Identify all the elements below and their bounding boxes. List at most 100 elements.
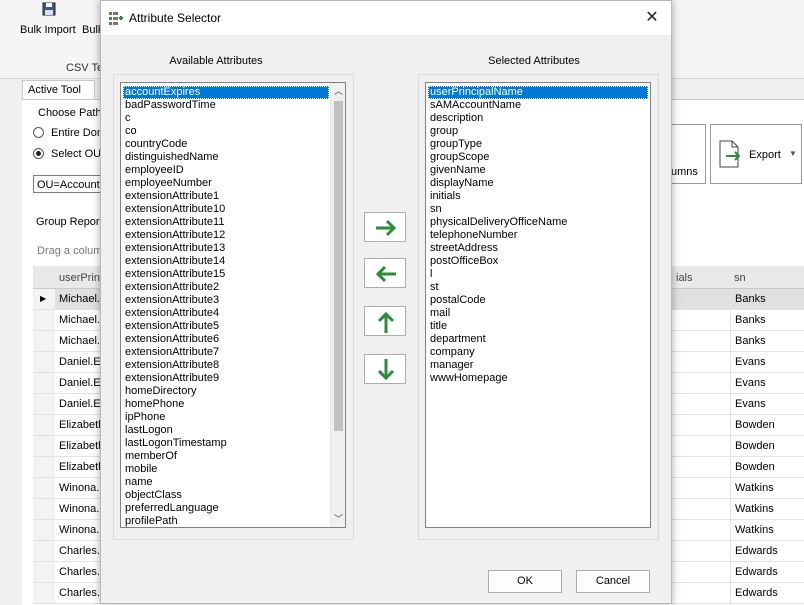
tab-active-tool[interactable]: Active Tool xyxy=(22,80,95,100)
list-item[interactable]: wwwHomepage xyxy=(428,372,648,385)
columns-button[interactable]: umns xyxy=(670,124,706,184)
list-item[interactable]: extensionAttribute11 xyxy=(123,216,329,229)
list-item[interactable]: postOfficeBox xyxy=(428,255,648,268)
list-item[interactable]: extensionAttribute13 xyxy=(123,242,329,255)
cell-sn: Watkins xyxy=(730,478,804,499)
list-item[interactable]: countryCode xyxy=(123,138,329,151)
list-item[interactable]: memberOf xyxy=(123,450,329,463)
available-attributes-list[interactable]: accountExpires badPasswordTime c co countryC… xyxy=(120,82,346,528)
list-item[interactable]: userPrincipalName xyxy=(428,86,648,99)
list-item[interactable]: badPasswordTime xyxy=(123,99,329,112)
list-item[interactable]: homeDirectory xyxy=(123,385,329,398)
ok-button[interactable]: OK xyxy=(488,570,562,593)
list-item[interactable]: preferredLanguage xyxy=(123,502,329,515)
grid-header-sn[interactable]: sn xyxy=(734,272,746,284)
list-item[interactable]: extensionAttribute3 xyxy=(123,294,329,307)
list-item[interactable]: description xyxy=(428,112,648,125)
list-item[interactable]: st xyxy=(428,281,648,294)
close-icon[interactable]: ✕ xyxy=(641,7,663,29)
add-attribute-button[interactable] xyxy=(364,212,406,242)
columns-button-label: umns xyxy=(671,166,698,178)
list-item[interactable]: extensionAttribute12 xyxy=(123,229,329,242)
list-item[interactable]: physicalDeliveryOfficeName xyxy=(428,216,648,229)
bulk-import-button[interactable]: Bulk Import xyxy=(18,2,78,42)
list-item[interactable]: extensionAttribute2 xyxy=(123,281,329,294)
entire-domain-radio[interactable] xyxy=(33,127,44,138)
list-item[interactable]: sAMAccountName xyxy=(428,99,648,112)
selected-attributes-list[interactable]: userPrincipalName sAMAccountName descripti… xyxy=(425,82,651,528)
list-item[interactable]: homePhone xyxy=(123,398,329,411)
scroll-up-icon[interactable]: ︿ xyxy=(334,84,343,97)
cell-initials xyxy=(670,373,730,394)
export-button[interactable]: Export ▼ xyxy=(710,124,802,184)
list-item[interactable]: profilePath xyxy=(123,515,329,527)
list-item[interactable]: name xyxy=(123,476,329,489)
list-item[interactable]: extensionAttribute6 xyxy=(123,333,329,346)
remove-attribute-button[interactable] xyxy=(364,258,406,288)
cancel-button[interactable]: Cancel xyxy=(576,570,650,593)
list-item[interactable]: distinguishedName xyxy=(123,151,329,164)
list-item[interactable]: ipPhone xyxy=(123,411,329,424)
list-item[interactable]: displayName xyxy=(428,177,648,190)
list-item[interactable]: postalCode xyxy=(428,294,648,307)
scroll-thumb[interactable] xyxy=(334,101,343,431)
cell-sn: Evans xyxy=(730,352,804,373)
list-item[interactable]: groupScope xyxy=(428,151,648,164)
list-item[interactable]: employeeNumber xyxy=(123,177,329,190)
available-scrollbar[interactable]: ︿ ﹀ xyxy=(330,83,345,527)
cell-sn: Evans xyxy=(730,394,804,415)
grid-header-userprincipal[interactable]: userPrin xyxy=(59,272,100,284)
cell-initials xyxy=(670,520,730,541)
list-item[interactable]: extensionAttribute7 xyxy=(123,346,329,359)
list-item[interactable]: department xyxy=(428,333,648,346)
attribute-selector-icon xyxy=(109,11,123,28)
cell-sn: Edwards xyxy=(730,562,804,583)
row-indicator-cell xyxy=(33,415,55,436)
cell-userprincipal: Michael. xyxy=(55,331,100,352)
list-item[interactable]: company xyxy=(428,346,648,359)
cell-userprincipal: Daniel.E xyxy=(55,394,100,415)
list-item[interactable]: manager xyxy=(428,359,648,372)
list-item[interactable]: accountExpires xyxy=(123,86,329,99)
list-item[interactable]: initials xyxy=(428,190,648,203)
move-down-button[interactable] xyxy=(364,354,406,384)
list-item[interactable]: employeeID xyxy=(123,164,329,177)
list-item[interactable]: extensionAttribute15 xyxy=(123,268,329,281)
scroll-down-icon[interactable]: ﹀ xyxy=(334,512,343,525)
list-item[interactable]: lastLogon xyxy=(123,424,329,437)
cell-sn: Banks xyxy=(730,331,804,352)
list-item[interactable]: groupType xyxy=(428,138,648,151)
list-item[interactable]: givenName xyxy=(428,164,648,177)
row-indicator-cell xyxy=(33,499,55,520)
list-item[interactable]: extensionAttribute14 xyxy=(123,255,329,268)
cell-sn: Watkins xyxy=(730,499,804,520)
row-indicator-cell xyxy=(33,373,55,394)
list-item[interactable]: streetAddress xyxy=(428,242,648,255)
select-ou-radio[interactable] xyxy=(33,148,44,159)
list-item[interactable]: extensionAttribute5 xyxy=(123,320,329,333)
list-item[interactable]: mail xyxy=(428,307,648,320)
list-item[interactable]: lastLogonTimestamp xyxy=(123,437,329,450)
ou-path-input[interactable]: OU=Accounti xyxy=(33,175,103,193)
list-item[interactable]: extensionAttribute1 xyxy=(123,190,329,203)
row-indicator-cell xyxy=(33,457,55,478)
cell-userprincipal: Elizabeth xyxy=(55,457,100,478)
list-item[interactable]: title xyxy=(428,320,648,333)
cell-userprincipal: Charles. xyxy=(55,562,100,583)
list-item[interactable]: telephoneNumber xyxy=(428,229,648,242)
cell-userprincipal: Charles. xyxy=(55,583,100,604)
list-item[interactable]: sn xyxy=(428,203,648,216)
list-item[interactable]: group xyxy=(428,125,648,138)
list-item[interactable]: extensionAttribute10 xyxy=(123,203,329,216)
list-item[interactable]: l xyxy=(428,268,648,281)
grid-header-initials[interactable]: ials xyxy=(676,272,693,284)
list-item[interactable]: objectClass xyxy=(123,489,329,502)
cell-initials xyxy=(670,499,730,520)
list-item[interactable]: co xyxy=(123,125,329,138)
list-item[interactable]: extensionAttribute4 xyxy=(123,307,329,320)
list-item[interactable]: extensionAttribute9 xyxy=(123,372,329,385)
list-item[interactable]: mobile xyxy=(123,463,329,476)
list-item[interactable]: extensionAttribute8 xyxy=(123,359,329,372)
move-up-button[interactable] xyxy=(364,306,406,336)
list-item[interactable]: c xyxy=(123,112,329,125)
